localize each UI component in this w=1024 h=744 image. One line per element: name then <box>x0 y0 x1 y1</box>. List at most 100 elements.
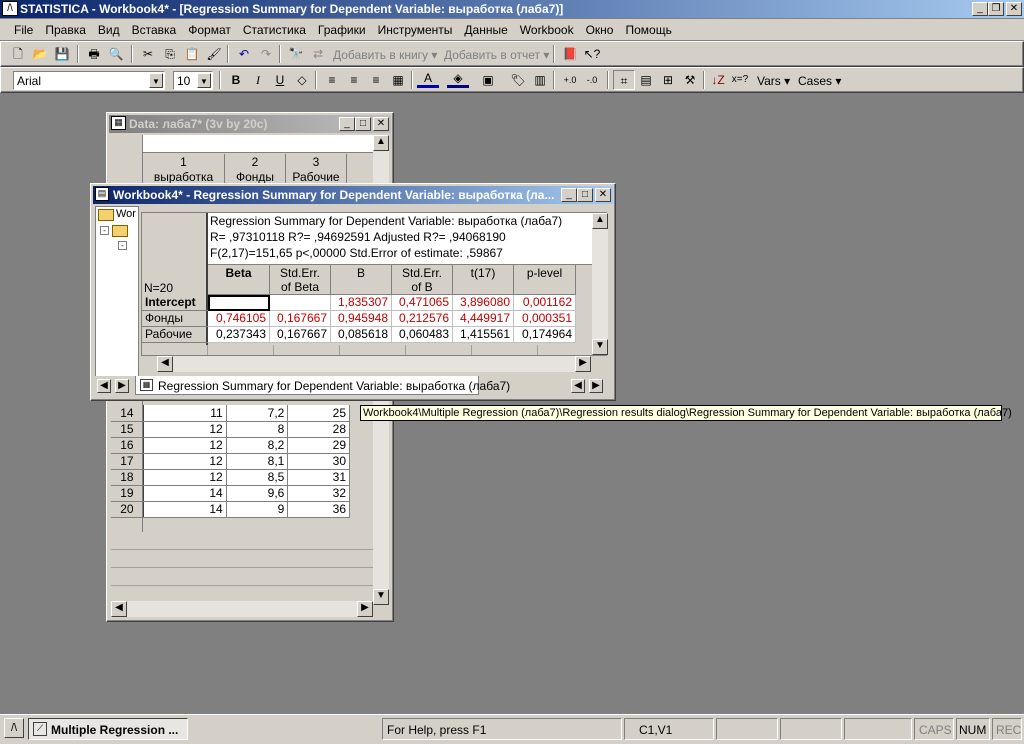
cases-button[interactable]: Cases ▾ <box>798 74 841 88</box>
results-column-header[interactable]: p-level <box>514 265 576 295</box>
results-cell[interactable]: 0,945948 <box>331 311 392 327</box>
scroll-right-icon[interactable]: ▶ <box>575 356 591 372</box>
results-cell[interactable]: 0,167667 <box>270 327 331 343</box>
borders-icon[interactable]: ▣ <box>477 70 499 90</box>
menu-item[interactable]: Окно <box>580 23 620 37</box>
row-label[interactable]: Фонды <box>142 311 208 327</box>
data-cell[interactable]: 12 <box>143 421 227 438</box>
underline-button[interactable]: U <box>269 70 291 90</box>
save-icon[interactable]: 💾 <box>51 44 73 64</box>
scroll-up-icon[interactable]: ▲ <box>373 135 389 151</box>
data-cell[interactable]: 14 <box>143 501 227 518</box>
font-size-select[interactable]: 10 ▼ <box>173 71 213 90</box>
results-cell[interactable]: 0,060483 <box>392 327 453 343</box>
results-cell[interactable]: 0,174964 <box>514 327 576 343</box>
menu-item[interactable]: Вставка <box>126 23 183 37</box>
grid-icon[interactable]: ▥ <box>529 70 551 90</box>
align-left-icon[interactable]: ≡ <box>321 70 343 90</box>
taskbar-item-multiple-regression[interactable]: ⟋ Multiple Regression ... <box>28 718 188 740</box>
data-cell[interactable]: 12 <box>143 437 227 454</box>
find-icon[interactable]: 🔭 <box>285 44 307 64</box>
menu-item[interactable]: File <box>8 23 39 37</box>
menu-item[interactable]: Workbook <box>514 23 580 37</box>
menu-item[interactable]: Правка <box>39 23 92 37</box>
menu-item[interactable]: Статистика <box>237 23 312 37</box>
menu-item[interactable]: Данные <box>458 23 513 37</box>
menu-item[interactable]: Формат <box>182 23 237 37</box>
fill-color-icon[interactable]: ◈ <box>447 70 469 88</box>
results-column-header[interactable]: t(17) <box>453 265 514 295</box>
scroll-left-icon[interactable]: ◀ <box>571 379 585 393</box>
minimize-icon[interactable]: _ <box>339 117 355 131</box>
data-cell[interactable]: 30 <box>287 453 350 470</box>
results-cell[interactable]: 0,085618 <box>331 327 392 343</box>
folder-icon[interactable] <box>112 225 128 237</box>
print-preview-icon[interactable]: 🔍 <box>105 44 127 64</box>
data-cell[interactable]: 32 <box>287 485 350 502</box>
data-cell[interactable]: 31 <box>287 469 350 486</box>
results-cell[interactable] <box>270 295 331 311</box>
scroll-left-icon[interactable]: ◀ <box>157 356 173 372</box>
data-cell[interactable]: 8,2 <box>226 437 289 454</box>
data-cell[interactable]: 8,1 <box>226 453 289 470</box>
results-cell[interactable]: 0,212576 <box>392 311 453 327</box>
close-icon[interactable]: ✕ <box>1006 2 1022 16</box>
tag-icon[interactable]: 🏷 <box>507 70 529 90</box>
results-vertical-scrollbar[interactable]: ▲ ▼ <box>592 213 608 355</box>
results-horizontal-scrollbar[interactable]: ◀ ▶ <box>157 356 591 372</box>
new-icon[interactable]: 🗋 <box>7 44 29 64</box>
add-workbook-button[interactable]: Добавить в книгу ▾ <box>333 48 437 62</box>
data-cell[interactable]: 25 <box>287 405 350 422</box>
data-cell[interactable]: 28 <box>287 421 350 438</box>
cut-icon[interactable]: ✂ <box>137 44 159 64</box>
results-cell[interactable]: 1,415561 <box>453 327 514 343</box>
maximize-icon[interactable]: □ <box>355 117 371 131</box>
tab-regression-summary[interactable]: ▦ Regression Summary for Dependent Varia… <box>135 376 510 395</box>
results-cell[interactable]: 0,746105 <box>208 311 270 327</box>
results-cell[interactable]: 0,471065 <box>392 295 453 311</box>
results-cell[interactable]: 4,449917 <box>453 311 514 327</box>
results-cell[interactable] <box>208 295 270 311</box>
data-cell[interactable]: 9 <box>226 501 289 518</box>
minimize-icon[interactable]: _ <box>972 2 988 16</box>
sort-icon[interactable]: ↓Z <box>707 70 729 90</box>
results-column-header[interactable]: B <box>331 265 392 295</box>
menu-item[interactable]: Инструменты <box>372 23 459 37</box>
format-painter-icon[interactable]: 🖌 <box>203 44 225 64</box>
bold-button[interactable]: B <box>225 70 247 90</box>
chevron-down-icon[interactable]: ▼ <box>197 73 211 88</box>
tab-scroll-right-icon[interactable]: ▶ <box>115 379 129 393</box>
maximize-icon[interactable]: □ <box>577 188 593 202</box>
row-label[interactable]: Рабочие <box>142 327 208 343</box>
add-report-button[interactable]: Добавить в отчет ▾ <box>444 48 549 62</box>
chevron-down-icon[interactable]: ▼ <box>149 73 163 88</box>
scroll-left-icon[interactable]: ◀ <box>111 601 127 617</box>
align-center-icon[interactable]: ≡ <box>343 70 365 90</box>
row-label[interactable]: Intercept <box>142 295 208 311</box>
book-icon[interactable]: 📕 <box>559 44 581 64</box>
scroll-down-icon[interactable]: ▼ <box>373 589 389 605</box>
help-pointer-icon[interactable]: ↖? <box>581 44 603 64</box>
scroll-down-icon[interactable]: ▼ <box>592 339 608 355</box>
menu-item[interactable]: Графики <box>312 23 372 37</box>
scroll-up-icon[interactable]: ▲ <box>592 213 608 229</box>
data-cell[interactable]: 12 <box>143 453 227 470</box>
restore-icon[interactable]: ❐ <box>988 2 1004 16</box>
format-cells-icon[interactable]: ▦ <box>387 70 409 90</box>
table-icon[interactable]: ▤ <box>635 70 657 90</box>
open-icon[interactable]: 📂 <box>29 44 51 64</box>
redo-icon[interactable]: ↷ <box>255 44 277 64</box>
scroll-right-icon[interactable]: ▶ <box>589 379 603 393</box>
decrease-decimal-icon[interactable]: -.0 <box>581 70 603 90</box>
results-cell[interactable]: 1,835307 <box>331 295 392 311</box>
results-cell[interactable]: 0,000351 <box>514 311 576 327</box>
data-cell[interactable]: 11 <box>143 405 227 422</box>
data-cell[interactable]: 9,6 <box>226 485 289 502</box>
cases-icon[interactable]: ⊞ <box>657 70 679 90</box>
tree-root-label[interactable]: Wor <box>116 208 136 220</box>
replace-icon[interactable]: ⇄ <box>307 44 329 64</box>
results-cell[interactable]: 0,167667 <box>270 311 331 327</box>
vars-button[interactable]: Vars ▾ <box>757 74 790 88</box>
menu-item[interactable]: Вид <box>92 23 126 37</box>
data-cell[interactable]: 36 <box>287 501 350 518</box>
